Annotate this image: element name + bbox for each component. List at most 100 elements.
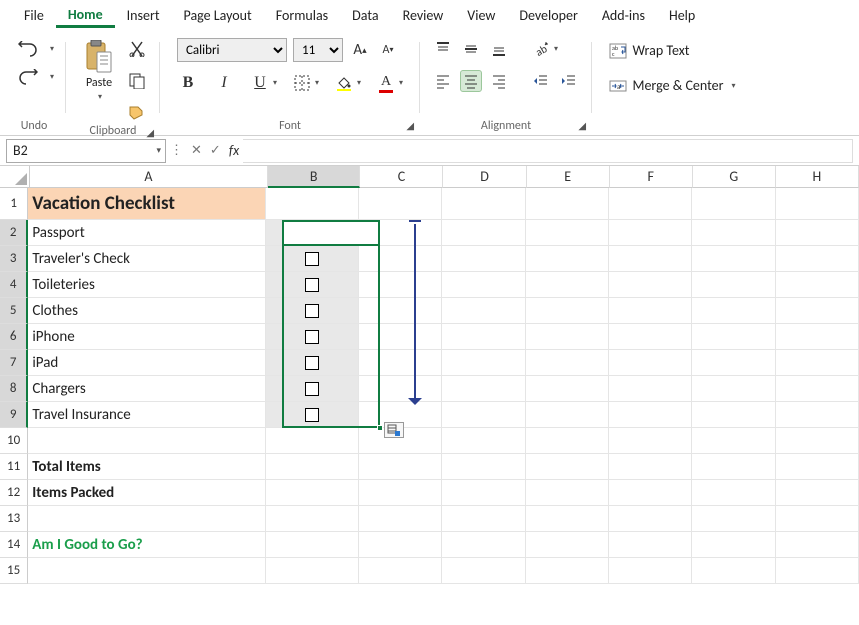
cell[interactable] <box>526 324 609 350</box>
menu-add-ins[interactable]: Add-ins <box>590 3 657 28</box>
cell[interactable] <box>776 324 859 350</box>
chevron-down-icon[interactable]: ▾ <box>273 78 277 88</box>
chevron-down-icon[interactable]: ▾ <box>399 78 403 88</box>
fill-color-button[interactable] <box>333 72 355 94</box>
cell[interactable] <box>266 402 359 428</box>
cell[interactable] <box>692 272 775 298</box>
cell[interactable] <box>266 298 359 324</box>
row-header[interactable]: 2 <box>0 220 28 246</box>
cell[interactable]: iPhone <box>28 324 266 350</box>
format-painter-button[interactable] <box>126 102 148 124</box>
cell[interactable] <box>609 480 692 506</box>
align-right-button[interactable] <box>488 70 510 92</box>
enter-icon[interactable]: ✓ <box>210 143 221 158</box>
row-header[interactable]: 15 <box>0 558 28 584</box>
cell[interactable] <box>609 428 692 454</box>
cell[interactable] <box>28 558 266 584</box>
chevron-down-icon[interactable]: ▾ <box>156 145 161 156</box>
cell[interactable]: iPad <box>28 350 266 376</box>
cancel-icon[interactable]: ✕ <box>191 143 202 158</box>
cell[interactable] <box>776 506 859 532</box>
cell[interactable] <box>28 506 266 532</box>
cell[interactable] <box>692 324 775 350</box>
underline-button[interactable]: U <box>249 72 271 94</box>
wrap-text-button[interactable]: abc Wrap Text <box>605 40 694 61</box>
chevron-down-icon[interactable]: ▾ <box>315 78 319 88</box>
cell[interactable] <box>442 480 525 506</box>
cell[interactable] <box>442 188 525 220</box>
cell[interactable] <box>266 246 359 272</box>
col-header-E[interactable]: E <box>527 166 610 188</box>
cell[interactable] <box>266 220 359 246</box>
cell[interactable] <box>266 376 359 402</box>
paste-button[interactable]: Paste ▾ <box>78 38 120 104</box>
cell[interactable] <box>609 402 692 428</box>
menu-formulas[interactable]: Formulas <box>264 3 340 28</box>
cell[interactable] <box>526 188 609 220</box>
menu-page-layout[interactable]: Page Layout <box>172 3 264 28</box>
cell[interactable] <box>609 376 692 402</box>
cell[interactable] <box>359 376 442 402</box>
cell[interactable] <box>776 220 859 246</box>
cell[interactable] <box>692 506 775 532</box>
cell[interactable] <box>526 532 609 558</box>
row-header[interactable]: 8 <box>0 376 28 402</box>
menu-developer[interactable]: Developer <box>507 3 589 28</box>
cell[interactable] <box>442 350 525 376</box>
menu-help[interactable]: Help <box>657 3 707 28</box>
cell[interactable] <box>776 376 859 402</box>
cell[interactable] <box>359 532 442 558</box>
cell[interactable]: Items Packed <box>28 480 266 506</box>
font-name-select[interactable]: Calibri <box>177 38 287 62</box>
cell[interactable] <box>692 188 775 220</box>
cell[interactable] <box>266 188 359 220</box>
align-top-button[interactable] <box>432 38 454 60</box>
cell[interactable] <box>692 298 775 324</box>
cell[interactable] <box>359 220 442 246</box>
cell[interactable] <box>609 532 692 558</box>
chevron-down-icon[interactable]: ▾ <box>50 44 54 54</box>
cell[interactable] <box>442 532 525 558</box>
cell[interactable] <box>359 188 442 220</box>
cell[interactable] <box>609 220 692 246</box>
cell[interactable] <box>442 246 525 272</box>
cell[interactable] <box>266 480 359 506</box>
cell[interactable] <box>692 402 775 428</box>
cell[interactable]: Traveler's Check <box>28 246 266 272</box>
cell[interactable] <box>526 454 609 480</box>
cell[interactable] <box>776 350 859 376</box>
menu-home[interactable]: Home <box>56 2 115 28</box>
redo-button[interactable] <box>14 66 42 88</box>
col-header-H[interactable]: H <box>776 166 859 188</box>
chevron-down-icon[interactable]: ▾ <box>357 78 361 88</box>
checkbox[interactable] <box>305 408 319 422</box>
align-middle-button[interactable] <box>460 38 482 60</box>
cell[interactable] <box>442 272 525 298</box>
cell[interactable] <box>526 272 609 298</box>
row-header[interactable]: 14 <box>0 532 28 558</box>
cell[interactable]: Chargers <box>28 376 266 402</box>
cell[interactable] <box>776 454 859 480</box>
cell[interactable] <box>692 532 775 558</box>
cell[interactable] <box>776 298 859 324</box>
increase-font-button[interactable]: A▴ <box>349 39 371 61</box>
cell[interactable] <box>359 298 442 324</box>
cut-button[interactable] <box>126 38 148 60</box>
cell[interactable] <box>266 324 359 350</box>
row-header[interactable]: 5 <box>0 298 28 324</box>
cell[interactable] <box>692 220 775 246</box>
menu-insert[interactable]: Insert <box>115 3 172 28</box>
cell[interactable] <box>526 558 609 584</box>
cell[interactable] <box>442 428 525 454</box>
chevron-down-icon[interactable]: ▾ <box>554 44 558 54</box>
cell[interactable]: Toileteries <box>28 272 266 298</box>
fill-handle[interactable] <box>377 425 383 431</box>
row-header[interactable]: 10 <box>0 428 28 454</box>
align-center-button[interactable] <box>460 70 482 92</box>
undo-button[interactable] <box>14 38 42 60</box>
name-box[interactable]: B2▾ <box>6 139 166 163</box>
cell[interactable] <box>776 402 859 428</box>
cell[interactable] <box>692 454 775 480</box>
orientation-button[interactable]: ab <box>530 38 552 60</box>
italic-button[interactable]: I <box>213 72 235 94</box>
